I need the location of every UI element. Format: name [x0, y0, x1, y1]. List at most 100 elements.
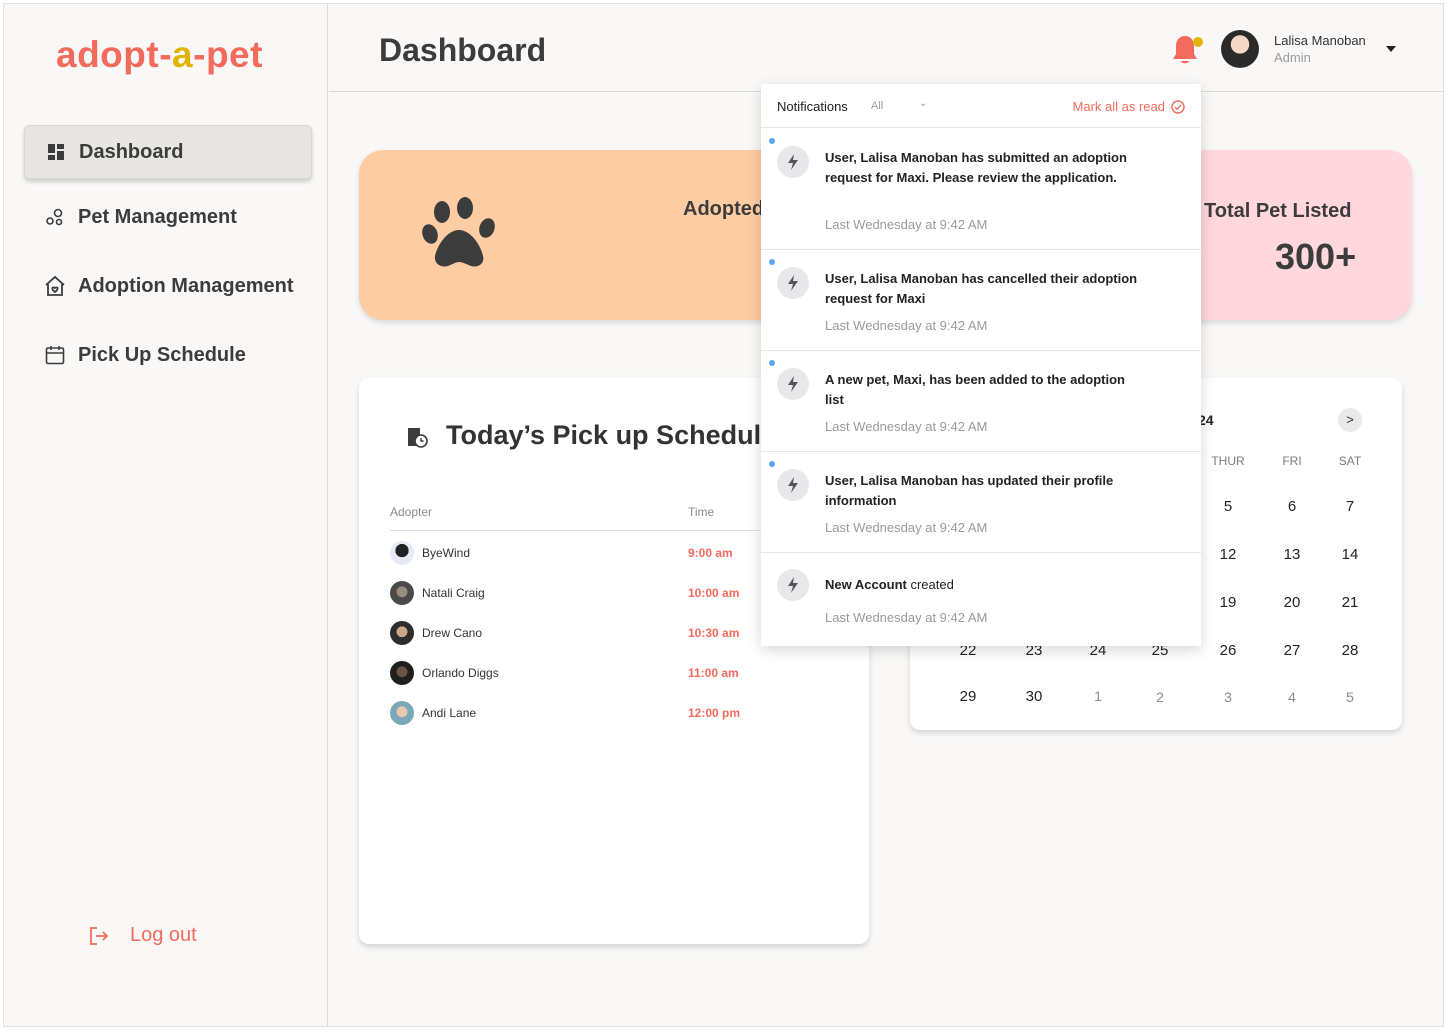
lightning-icon	[777, 146, 809, 178]
calendar-day[interactable]: 28	[1320, 642, 1380, 659]
pickup-time: 10:00 am	[688, 586, 740, 600]
logo-sep-2: -	[193, 34, 206, 75]
sidebar-item-pet-management[interactable]: Pet Management	[24, 190, 312, 244]
weekday-sat: SAT	[1338, 454, 1362, 468]
notification-text: New Account	[825, 577, 907, 592]
notification-message: User, Lalisa Manoban has updated their p…	[825, 471, 1145, 511]
notification-item[interactable]: New Account created Last Wednesday at 9:…	[761, 553, 1201, 646]
notification-item[interactable]: User, Lalisa Manoban has updated their p…	[761, 452, 1201, 553]
pickup-time: 12:00 pm	[688, 706, 741, 720]
calendar-day[interactable]: 13	[1262, 546, 1322, 563]
calendar-day[interactable]: 14	[1320, 546, 1380, 563]
calendar-day[interactable]: 7	[1320, 498, 1380, 515]
unread-dot	[769, 138, 775, 144]
adopted-stat-card: Adopted	[359, 150, 799, 320]
schedule-icon	[406, 426, 428, 453]
calendar-day[interactable]: 5	[1198, 498, 1258, 515]
notification-message: New Account created	[825, 575, 1145, 595]
sidebar-item-pick-up-schedule[interactable]: Pick Up Schedule	[24, 328, 312, 382]
calendar-day[interactable]: 6	[1262, 498, 1322, 515]
sidebar-item-label: Adoption Management	[78, 274, 294, 297]
unread-dot	[769, 461, 775, 467]
sidebar: adopt-a-pet Dashboard Pet Management Ado…	[4, 4, 328, 1026]
unread-dot	[769, 259, 775, 265]
notification-message: A new pet, Maxi, has been added to the a…	[825, 370, 1145, 410]
notification-item[interactable]: A new pet, Maxi, has been added to the a…	[761, 351, 1201, 452]
notifications-header: Notifications All ⌄ Mark all as read	[761, 84, 1201, 128]
calendar-day-next-month[interactable]: 3	[1198, 689, 1258, 705]
mark-all-read-button[interactable]: Mark all as read	[1073, 99, 1185, 114]
app-frame: adopt-a-pet Dashboard Pet Management Ado…	[3, 3, 1444, 1027]
chevron-down-icon[interactable]	[1386, 46, 1396, 52]
calendar-day[interactable]: 26	[1198, 642, 1258, 659]
sidebar-item-adoption-management[interactable]: Adoption Management	[24, 259, 312, 313]
calendar-day-next-month[interactable]: 5	[1320, 689, 1380, 705]
chevron-down-icon[interactable]: ⌄	[919, 98, 927, 109]
user-role: Admin	[1274, 50, 1311, 65]
brand-logo[interactable]: adopt-a-pet	[56, 34, 263, 76]
notification-item[interactable]: User, Lalisa Manoban has cancelled their…	[761, 250, 1201, 351]
sidebar-item-dashboard[interactable]: Dashboard	[24, 125, 312, 179]
notification-message: User, Lalisa Manoban has cancelled their…	[825, 269, 1145, 309]
calendar-day-next-month[interactable]: 2	[1130, 689, 1190, 705]
sidebar-item-label: Dashboard	[79, 140, 184, 163]
next-month-button[interactable]: >	[1338, 408, 1362, 432]
notification-text: User, Lalisa Manoban has submitted an ad…	[825, 150, 1127, 185]
notification-item[interactable]: User, Lalisa Manoban has submitted an ad…	[761, 129, 1201, 250]
pickup-time: 10:30 am	[688, 626, 740, 640]
notifications-filter[interactable]: All	[871, 100, 883, 112]
user-name: Lalisa Manoban	[1274, 33, 1366, 48]
table-row[interactable]: Orlando Diggs 11:00 am	[390, 661, 810, 685]
sidebar-item-label: Pick Up Schedule	[78, 343, 246, 366]
adopter-name: Orlando Diggs	[422, 666, 499, 680]
calendar-day[interactable]: 20	[1262, 594, 1322, 611]
divider	[390, 530, 810, 531]
pickup-time: 11:00 am	[688, 666, 739, 680]
calendar-icon	[44, 344, 66, 366]
lightning-icon	[777, 569, 809, 601]
table-row[interactable]: Drew Cano 10:30 am	[390, 621, 810, 645]
notifications-title: Notifications	[777, 99, 848, 114]
logout-button[interactable]: Log out	[88, 924, 197, 947]
calendar-day[interactable]: 27	[1262, 642, 1322, 659]
notification-time: Last Wednesday at 9:42 AM	[825, 217, 988, 232]
unread-dot	[769, 360, 775, 366]
total-pet-stat-card: Total Pet Listed 300+	[1164, 150, 1412, 320]
avatar	[390, 541, 414, 565]
column-header-time: Time	[688, 505, 715, 519]
pets-icon	[44, 206, 66, 228]
logo-text-3: pet	[205, 34, 263, 75]
notification-time: Last Wednesday at 9:42 AM	[825, 610, 988, 625]
top-header: Dashboard Lalisa Manoban Admin	[329, 4, 1443, 92]
notification-badge	[1193, 37, 1203, 47]
calendar-day[interactable]: 30	[1004, 688, 1064, 705]
table-row[interactable]: ByeWind 9:00 am	[390, 541, 810, 565]
logout-label: Log out	[130, 924, 197, 946]
table-row[interactable]: Natali Craig 10:00 am	[390, 581, 810, 605]
avatar[interactable]	[1221, 30, 1259, 68]
lightning-icon	[777, 267, 809, 299]
check-circle-icon	[1171, 99, 1185, 114]
calendar-day[interactable]: 21	[1320, 594, 1380, 611]
calendar-day[interactable]: 12	[1198, 546, 1258, 563]
calendar-day-next-month[interactable]: 1	[1068, 688, 1128, 704]
weekday-thur: THUR	[1211, 454, 1245, 468]
lightning-icon	[777, 368, 809, 400]
pickup-time: 9:00 am	[688, 546, 733, 560]
notifications-dropdown: Notifications All ⌄ Mark all as read Use…	[761, 84, 1201, 646]
calendar-day[interactable]: 19	[1198, 594, 1258, 611]
calendar-day-next-month[interactable]: 4	[1262, 689, 1322, 705]
notification-time: Last Wednesday at 9:42 AM	[825, 520, 988, 535]
notification-time: Last Wednesday at 9:42 AM	[825, 318, 988, 333]
avatar	[390, 661, 414, 685]
notification-text: User, Lalisa Manoban has updated their p…	[825, 473, 1114, 508]
table-row[interactable]: Andi Lane 12:00 pm	[390, 701, 810, 725]
notification-text: A new pet, Maxi, has been added to the a…	[825, 372, 1125, 407]
adopter-name: Natali Craig	[422, 586, 485, 600]
sidebar-item-label: Pet Management	[78, 205, 237, 228]
logo-sep-1: -	[159, 34, 173, 75]
avatar	[390, 621, 414, 645]
notification-time: Last Wednesday at 9:42 AM	[825, 419, 988, 434]
paw-icon	[421, 194, 499, 275]
calendar-day[interactable]: 29	[938, 688, 998, 705]
